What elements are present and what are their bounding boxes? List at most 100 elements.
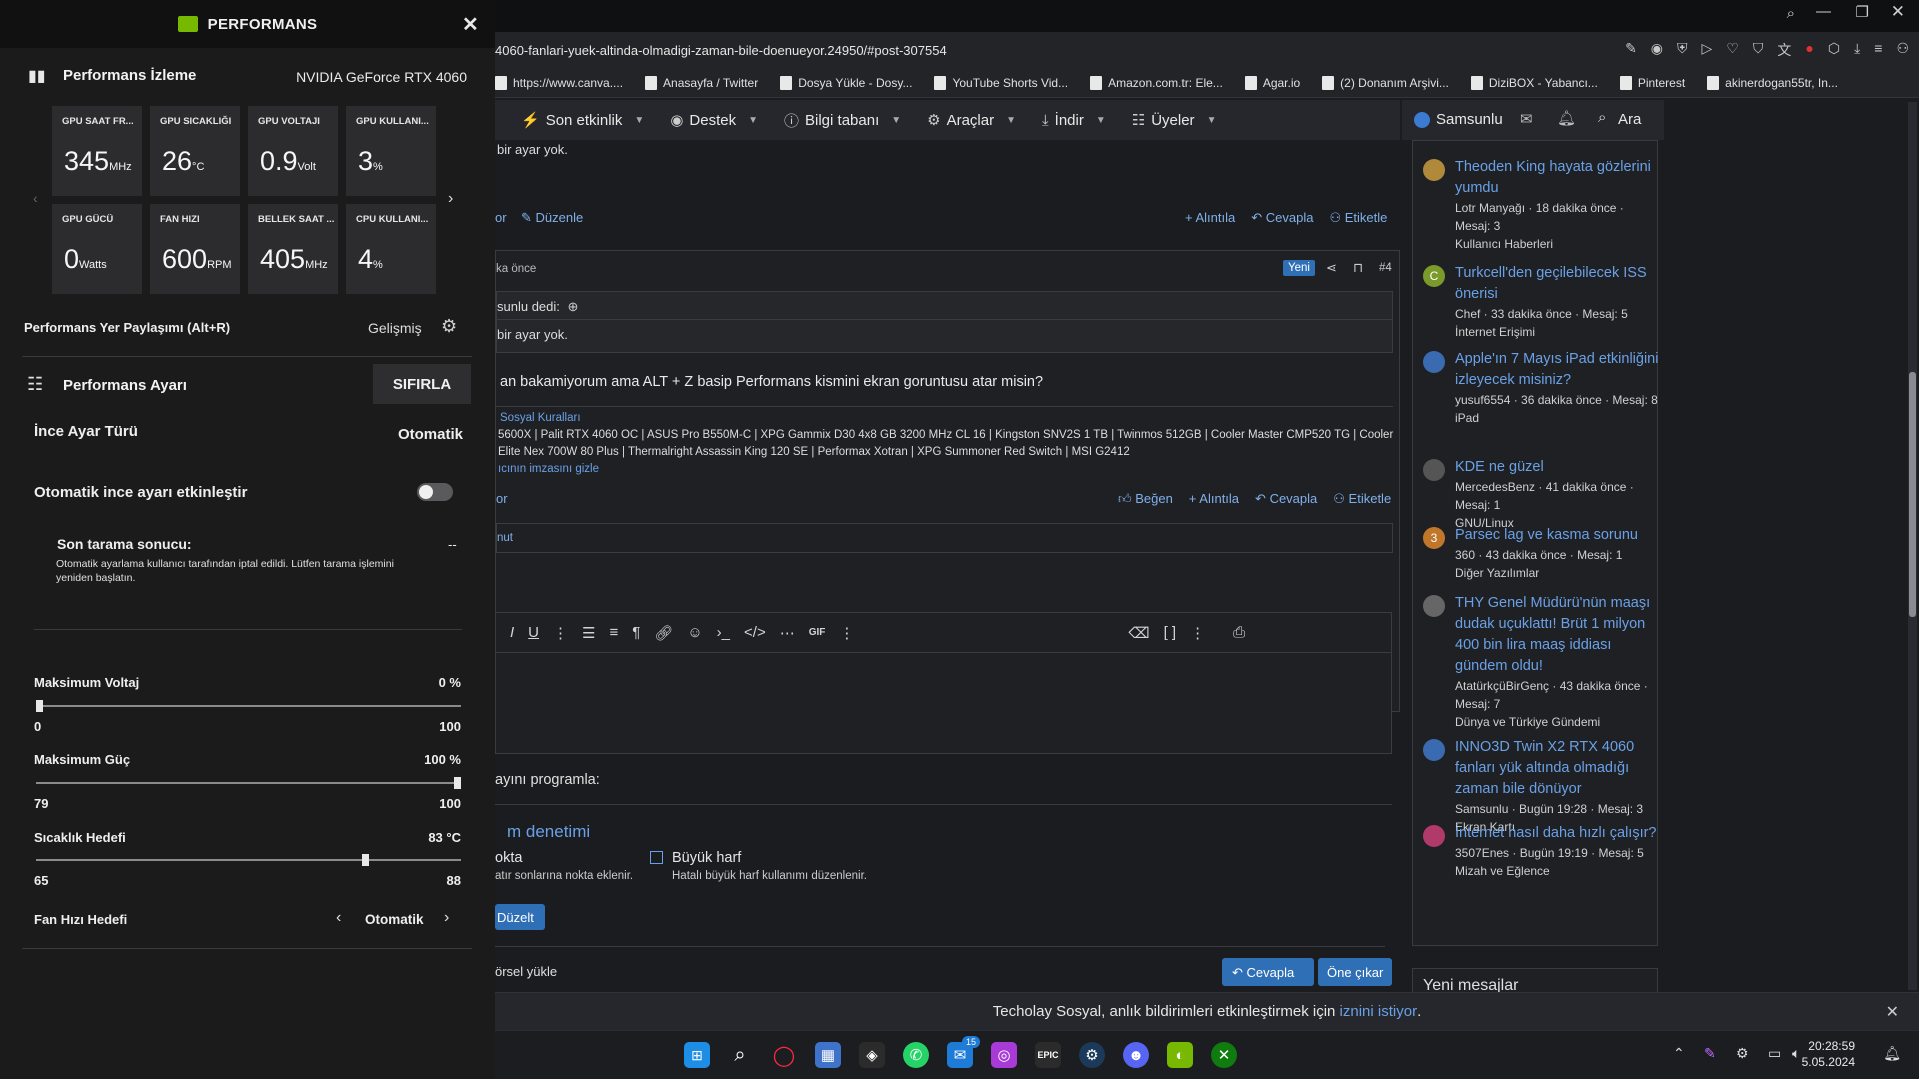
eraser-icon[interactable]: ⌫ [1128, 624, 1149, 642]
paragraph-icon[interactable]: ¶ [632, 624, 640, 641]
bookmark-item[interactable]: YouTube Shorts Vid... [934, 75, 1068, 90]
option-uppercase-title[interactable]: Büyük harf [672, 850, 741, 866]
align-icon[interactable]: ≡ [609, 624, 618, 641]
feature-button[interactable]: Öne çıkar [1318, 958, 1392, 986]
sidebar-thread-title[interactable]: Turkcell'den geçilebilecek ISS önerisi [1455, 263, 1659, 305]
reset-button[interactable]: SIFIRLA [373, 364, 471, 404]
mail-icon[interactable]: ✉ [1520, 110, 1533, 128]
adblock-icon[interactable]: ● [1805, 40, 1813, 60]
sidebar-thread-item[interactable]: THY Genel Müdürü'nün maaşı dudak uçuklat… [1423, 593, 1659, 731]
bookmark-item[interactable]: Dosya Yükle - Dosy... [780, 75, 912, 90]
voltage-slider[interactable] [36, 705, 461, 707]
emoji-icon[interactable]: ☺ [687, 624, 702, 641]
nav-item[interactable]: ☷ Üyeler ▼ [1132, 111, 1217, 130]
edit-link[interactable]: ✎ Düzenle [521, 210, 583, 226]
steam-icon[interactable]: ⚙ [1079, 1042, 1105, 1068]
tray-steam-icon[interactable]: ⚙ [1736, 1045, 1749, 1062]
send-icon[interactable]: ▷ [1702, 40, 1713, 60]
bookmark-item[interactable]: https://www.canva.... [495, 75, 623, 90]
epic-games-icon[interactable]: EPIC [1035, 1042, 1061, 1068]
bookmark-item[interactable]: akinerdogan55tr, In... [1707, 75, 1838, 90]
heart-icon[interactable]: ♡ [1726, 40, 1739, 60]
bookmark-item[interactable]: DiziBOX - Yabancı... [1470, 75, 1598, 90]
minimize-icon[interactable]: — [1816, 3, 1831, 20]
edit-icon[interactable]: ✎ [1625, 40, 1637, 60]
app-purple-icon[interactable]: ◎ [991, 1042, 1017, 1068]
close-overlay-icon[interactable]: ✕ [462, 12, 479, 37]
next-tiles-icon[interactable]: › [448, 190, 453, 208]
tray-pen-icon[interactable]: ✎ [1704, 1045, 1716, 1062]
nav-item[interactable]: ⓘ Bilgi tabanı ▼ [784, 110, 901, 131]
quote-button-2[interactable]: + Alıntıla [1189, 491, 1239, 507]
sidebar-thread-item[interactable]: Theoden King hayata gözlerini yumdu Lotr … [1423, 157, 1659, 253]
gif-icon[interactable]: GIF [809, 627, 826, 638]
vpn-icon[interactable]: ⛉ [1753, 40, 1764, 60]
restore-icon[interactable]: ❐ [1856, 3, 1869, 21]
sidebar-thread-item[interactable]: Apple'ın 7 Mayıs iPad etkinliğini izleye… [1423, 349, 1659, 427]
bookmark-item[interactable]: Anasayfa / Twitter [645, 75, 758, 90]
list-icon[interactable]: ☰ [582, 624, 595, 642]
report-link[interactable]: or [496, 491, 508, 506]
close-window-icon[interactable]: ✕ [1891, 2, 1905, 22]
search-taskbar-icon[interactable]: ⌕ [727, 1042, 753, 1068]
sidebar-thread-item[interactable]: 3 Parsec lag ve kasma sorunu 360 · 43 daki… [1423, 525, 1659, 582]
sidebar-thread-item[interactable]: İnternet nasıl daha hızlı çalışır? 3507En… [1423, 823, 1659, 880]
sidebar-thread-title[interactable]: THY Genel Müdürü'nün maaşı dudak uçuklat… [1455, 593, 1659, 677]
tag-button[interactable]: ⚇ Etiketle [1329, 210, 1387, 226]
underline-icon[interactable]: U [528, 624, 539, 641]
scrollbar-thumb[interactable] [1909, 372, 1916, 617]
more-right-icon[interactable]: ⋮ [1190, 624, 1205, 642]
whatsapp-icon[interactable]: ✆ [903, 1042, 929, 1068]
sidebar-thread-title[interactable]: KDE ne güzel [1455, 457, 1659, 478]
hide-signature-link[interactable]: ıcının imzasını gizle [498, 463, 599, 475]
tray-chevron-icon[interactable]: ⌃ [1673, 1045, 1685, 1062]
ellipsis-icon[interactable]: ⋯ [780, 624, 795, 642]
page-scrollbar[interactable] [1908, 102, 1917, 990]
notif-link[interactable]: iznini istiyor [1340, 1003, 1418, 1020]
sidebar-thread-title[interactable]: İnternet nasıl daha hızlı çalışır? [1455, 823, 1659, 844]
opera-icon[interactable]: ◯ [771, 1042, 797, 1068]
network-icon[interactable]: ▭ [1768, 1045, 1781, 1062]
bell-icon[interactable]: 🔔︎ [1557, 109, 1576, 127]
fan-prev-icon[interactable]: ‹ [336, 909, 341, 927]
like-button[interactable]: 👍︎ Beğen [1118, 491, 1173, 507]
settings-gear-icon[interactable]: ⚙ [441, 316, 457, 337]
nav-item[interactable]: ⚡ Son etkinlik ▼ [521, 111, 644, 130]
submit-reply-button[interactable]: ↶ Cevapla [1222, 958, 1314, 986]
camera-icon[interactable]: ◉ [1651, 40, 1663, 60]
upload-image-button[interactable]: örsel yükle [495, 964, 557, 979]
sidebar-thread-title[interactable]: Theoden King hayata gözlerini yumdu [1455, 157, 1659, 199]
download-icon[interactable]: ⤓ [1854, 40, 1860, 60]
quote-jump-icon[interactable]: ⊕ [568, 299, 579, 314]
profile-icon[interactable]: ⚇ [1896, 40, 1909, 60]
reply-button-2[interactable]: ↶ Cevapla [1255, 491, 1317, 507]
search-nav-label[interactable]: Ara [1618, 111, 1641, 128]
report-link-top[interactable]: or [495, 210, 507, 225]
fan-next-icon[interactable]: › [444, 909, 449, 927]
quote-button[interactable]: + Alıntıla [1185, 210, 1235, 226]
sidebar-thread-item[interactable]: INNO3D Twin X2 RTX 4060 fanları yük altı… [1423, 737, 1659, 836]
nav-item[interactable]: ⚙ Araçlar ▼ [927, 111, 1016, 130]
terminal-icon[interactable]: ›_ [717, 624, 730, 641]
nav-item[interactable]: ◉ Destek ▼ [670, 111, 758, 130]
bookmark-item[interactable]: Agar.io [1244, 75, 1300, 90]
windows-start-icon[interactable]: ⊞ [684, 1042, 710, 1068]
prev-tiles-icon[interactable]: ‹ [33, 190, 38, 206]
more-options-icon[interactable]: ⋮ [839, 624, 854, 642]
temp-slider-knob[interactable] [362, 854, 370, 866]
search-nav-icon[interactable]: ⌕ [1598, 109, 1606, 126]
nvidia-icon[interactable]: ◐ [1167, 1042, 1193, 1068]
fix-button[interactable]: Düzelt [495, 904, 545, 930]
close-notif-icon[interactable]: ✕ [1886, 1002, 1899, 1022]
italic-icon[interactable]: I [510, 624, 514, 641]
nav-item[interactable]: ⤓ İndir ▼ [1042, 112, 1106, 129]
uppercase-checkbox[interactable] [650, 851, 663, 864]
power-slider-knob[interactable] [454, 777, 461, 789]
address-bar[interactable]: 4060-fanlari-yuek-altinda-olmadigi-zaman… [495, 32, 1919, 68]
bookmark-item[interactable]: Amazon.com.tr: Ele... [1090, 75, 1223, 90]
reply-editor[interactable]: I U ⋮ ☰ ≡ ¶ 🔗︎ ☺ ›_ </> ⋯ GIF ⋮ ⌫ [ ] ⋮ … [495, 612, 1392, 754]
auto-tune-toggle[interactable] [417, 483, 453, 501]
quick-reply-box[interactable]: nut [496, 523, 1393, 553]
sidebar-thread-item[interactable]: C Turkcell'den geçilebilecek ISS önerisi C… [1423, 263, 1659, 341]
discord-icon[interactable]: ☻ [1123, 1042, 1149, 1068]
